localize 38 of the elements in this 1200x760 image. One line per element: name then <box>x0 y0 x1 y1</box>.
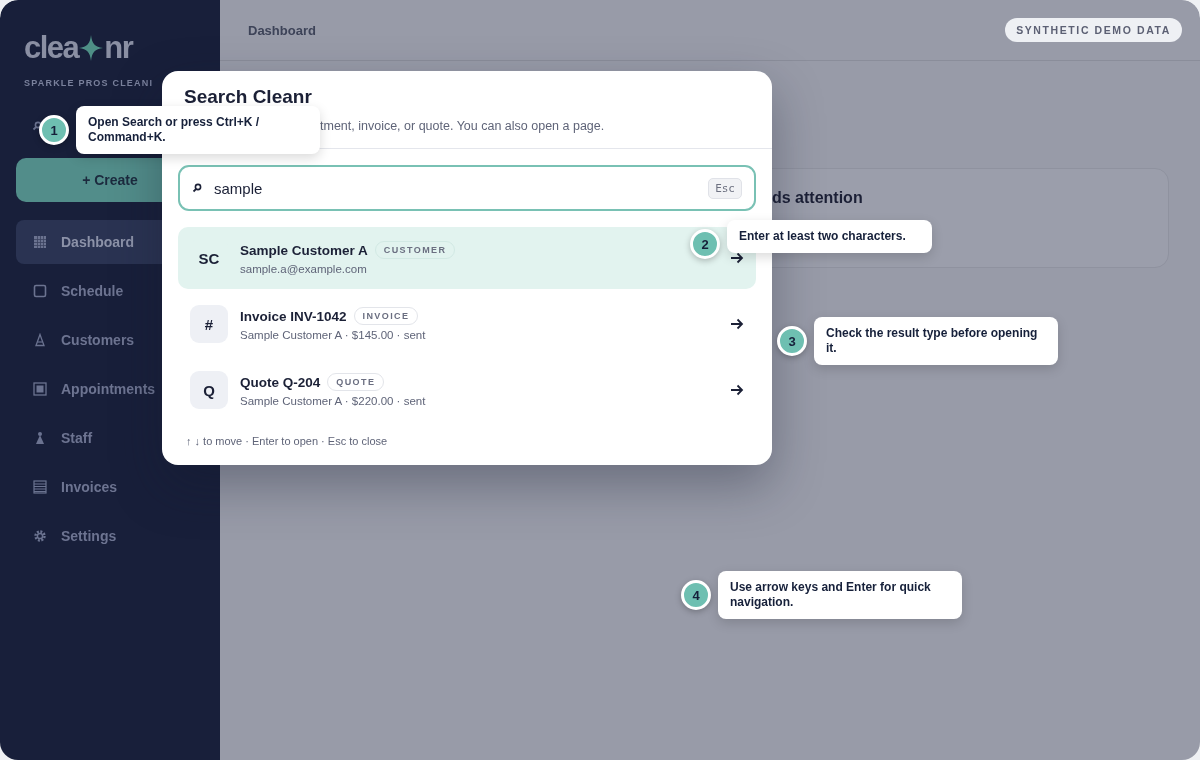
result-avatar: Q <box>190 371 228 409</box>
result-type-tag: QUOTE <box>327 373 385 391</box>
tour-tooltip: Enter at least two characters. <box>727 220 932 253</box>
result-avatar: # <box>190 305 228 343</box>
arrow-right-icon <box>730 384 744 396</box>
dialog-description: tment, invoice, or quote. You can also open a page. <box>320 119 606 133</box>
figure-icon <box>33 431 47 445</box>
settings-icon <box>33 529 47 543</box>
org-name: SPARKLE PROS CLEANI <box>24 78 155 88</box>
card-title: ds attention <box>772 189 863 206</box>
logo-text: nr <box>104 30 133 66</box>
arrow-right-icon <box>730 318 744 330</box>
demo-data-badge: SYNTHETIC DEMO DATA <box>1005 18 1182 42</box>
arrow-right-icon <box>730 252 744 264</box>
result-title: Quote Q-204 <box>240 374 321 390</box>
person-icon <box>33 333 47 347</box>
list-icon <box>33 480 47 494</box>
keyboard-hint: ↑ ↓ to move · Enter to open · Esc to close <box>186 435 389 447</box>
nav-item[interactable]: Invoices <box>16 465 204 509</box>
result-type-tag: CUSTOMER <box>374 241 456 259</box>
tour-tooltip: Check the result type before opening it. <box>814 317 1058 365</box>
nav-item[interactable]: Settings <box>16 514 204 558</box>
logo-text: clea <box>24 30 79 66</box>
esc-key-hint: Esc <box>708 178 742 199</box>
result-title: Invoice INV-1042 <box>240 308 347 324</box>
grid-icon <box>33 235 47 249</box>
tour-tooltip: Use arrow keys and Enter for quick navigation. <box>718 571 962 619</box>
square-icon <box>33 284 47 298</box>
tour-tooltip: Open Search or press Ctrl+K / Command+K. <box>76 106 320 154</box>
dialog-title: Search Cleanr <box>184 86 313 108</box>
result-detail: sample.a@example.com <box>240 263 368 275</box>
search-icon <box>192 183 202 193</box>
result-type-tag: INVOICE <box>353 307 419 325</box>
result-detail: Sample Customer A · $220.00 · sent <box>240 395 427 407</box>
result-detail: Sample Customer A · $145.00 · sent <box>240 329 427 341</box>
breadcrumb: Dashboard <box>248 22 316 38</box>
result-title: Sample Customer A <box>240 242 368 258</box>
framed-square-icon <box>33 382 47 396</box>
